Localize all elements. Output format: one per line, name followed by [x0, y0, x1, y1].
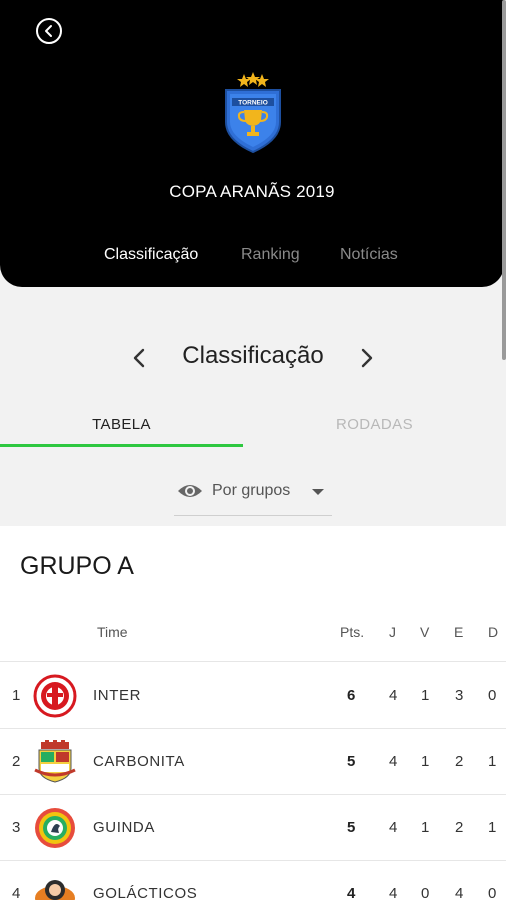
app-screen: TORNEIO COPA ARANÃS 2019 Classificação R…	[0, 0, 506, 900]
row-team-name: GUINDA	[93, 819, 155, 836]
row-draws: 2	[455, 753, 464, 770]
row-points: 5	[347, 819, 356, 836]
team-crest-icon	[33, 674, 77, 718]
row-losses: 0	[488, 687, 497, 704]
active-tab-indicator	[0, 444, 243, 447]
header-tabs: Classificação Ranking Notícias	[0, 246, 504, 268]
row-team-name: GOLÁCTICOS	[93, 885, 198, 900]
row-position: 1	[12, 687, 21, 704]
row-games: 4	[389, 885, 398, 900]
table-row[interactable]: 2 CARBONITA 5 4 1 2 1	[0, 729, 506, 795]
column-header-losses: D	[488, 624, 499, 640]
row-draws: 3	[455, 687, 464, 704]
filter-value: Por grupos	[212, 482, 291, 499]
section-navigator: Classificação	[0, 338, 506, 378]
group-title: GRUPO A	[20, 552, 134, 580]
row-points: 6	[347, 687, 356, 704]
table-row[interactable]: 3 GUINDA 5 4 1 2 1	[0, 795, 506, 861]
row-draws: 4	[455, 885, 464, 900]
row-games: 4	[389, 687, 398, 704]
row-wins: 1	[421, 819, 430, 836]
table-row[interactable]: 4 GOLÁCTICOS 4 4 0 4 0	[0, 861, 506, 900]
column-header-wins: V	[420, 624, 430, 640]
row-position: 4	[12, 885, 21, 900]
column-header-draws: E	[454, 624, 464, 640]
team-crest-icon	[35, 808, 75, 848]
row-draws: 2	[455, 819, 464, 836]
dropdown-caret-icon	[312, 489, 324, 495]
chevron-right-icon	[361, 348, 373, 368]
row-position: 3	[12, 819, 21, 836]
row-losses: 0	[488, 885, 497, 900]
tournament-title: COPA ARANÃS 2019	[169, 182, 335, 201]
row-games: 4	[389, 753, 398, 770]
table-header: Time Pts. J V E D	[0, 604, 506, 662]
eye-icon	[178, 485, 202, 497]
tab-rodadas[interactable]: RODADAS	[253, 416, 496, 433]
column-header-team: Time	[97, 624, 128, 640]
tournament-logo: TORNEIO	[225, 72, 281, 154]
column-header-games: J	[389, 624, 396, 640]
chevron-left-icon	[133, 348, 145, 368]
group-filter-select[interactable]: Por grupos	[174, 476, 332, 516]
back-button[interactable]	[36, 18, 62, 44]
section-title: Classificação	[182, 342, 324, 369]
column-header-points: Pts.	[340, 624, 365, 640]
group-standings-card: GRUPO A Time Pts. J V E D 1 INTER 6 4 1 …	[0, 526, 506, 900]
row-wins: 1	[421, 687, 430, 704]
row-wins: 0	[421, 885, 430, 900]
tournament-header: TORNEIO COPA ARANÃS 2019 Classificação R…	[0, 0, 504, 287]
tab-ranking[interactable]: Ranking	[241, 246, 300, 264]
team-crest-icon	[34, 740, 76, 783]
team-crest-icon	[35, 880, 75, 900]
view-tabs: TABELA RODADAS	[0, 408, 506, 448]
tab-noticias[interactable]: Notícias	[340, 246, 398, 264]
row-wins: 1	[421, 753, 430, 770]
logo-text: TORNEIO	[238, 100, 268, 107]
chevron-left-icon	[45, 25, 52, 37]
scrollbar[interactable]	[502, 0, 506, 360]
tab-tabela[interactable]: TABELA	[0, 416, 243, 433]
row-games: 4	[389, 819, 398, 836]
table-row[interactable]: 1 INTER 6 4 1 3 0	[0, 663, 506, 729]
row-team-name: INTER	[93, 687, 141, 704]
previous-section-button[interactable]	[128, 344, 150, 372]
next-section-button[interactable]	[356, 344, 378, 372]
row-position: 2	[12, 753, 21, 770]
row-losses: 1	[488, 753, 497, 770]
row-points: 5	[347, 753, 356, 770]
row-losses: 1	[488, 819, 497, 836]
tab-classificacao[interactable]: Classificação	[104, 246, 198, 264]
row-points: 4	[347, 885, 356, 900]
row-team-name: CARBONITA	[93, 753, 185, 770]
